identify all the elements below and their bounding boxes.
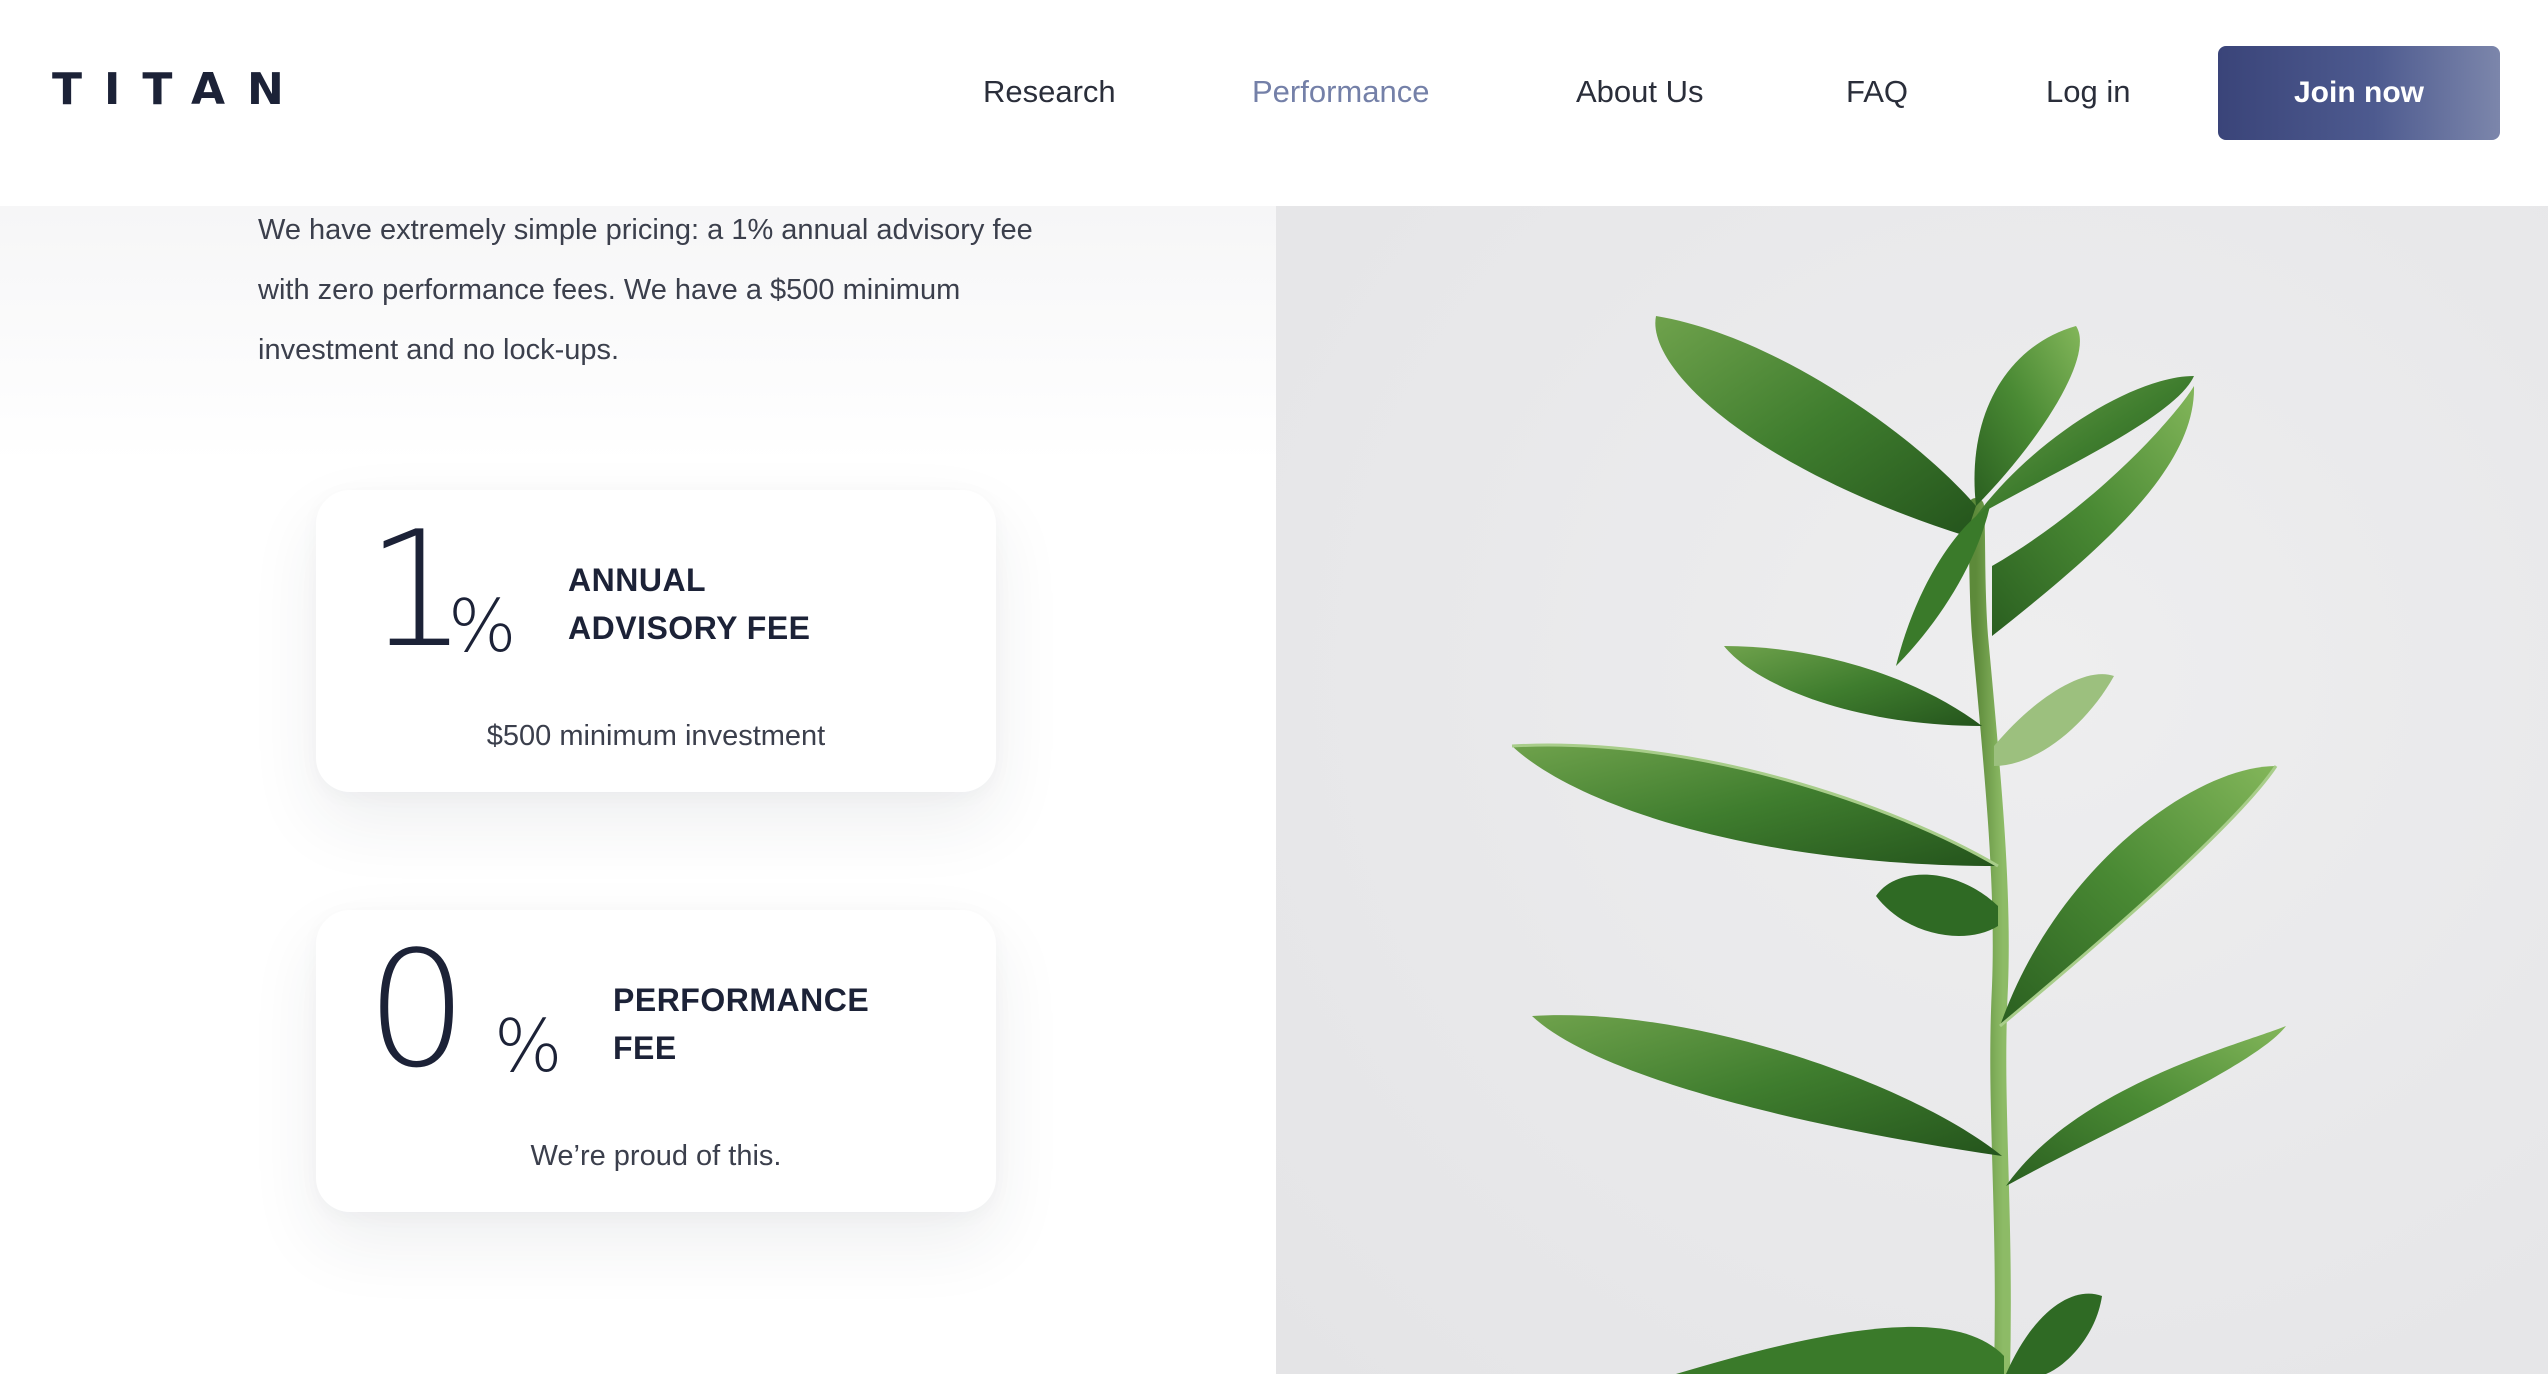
site-header: TITAN Research Performance About Us FAQ … — [0, 0, 2548, 206]
advisory-fee-label-line2: ADVISORY FEE — [568, 610, 811, 646]
performance-fee-number: 0 — [366, 916, 468, 1103]
plant-illustration — [1511, 316, 2286, 1374]
advisory-fee-label-line1: ANNUAL — [568, 562, 707, 598]
advisory-fee-card: 1 % ANNUAL ADVISORY FEE $500 minimum inv… — [316, 490, 996, 792]
advisory-fee-subtext: $500 minimum investment — [486, 720, 826, 752]
pricing-intro-text: We have extremely simple pricing: a 1% a… — [258, 214, 1033, 366]
titan-logo[interactable]: TITAN — [52, 68, 306, 112]
nav-performance[interactable]: Performance — [1252, 70, 1429, 114]
nav-faq[interactable]: FAQ — [1846, 70, 1908, 114]
join-now-button[interactable]: Join now — [2218, 46, 2500, 140]
advisory-fee-percent-sign: % — [448, 584, 517, 668]
performance-fee-label-line2: FEE — [613, 1030, 677, 1066]
performance-fee-card: 0 % PERFORMANCE FEE We’re proud of this. — [316, 910, 996, 1212]
nav-research[interactable]: Research — [983, 70, 1116, 114]
plant-photo — [1276, 206, 2548, 1374]
performance-fee-percent-sign: % — [494, 1004, 563, 1088]
performance-fee-label: PERFORMANCE FEE — [613, 976, 973, 1072]
nav-about-us[interactable]: About Us — [1576, 70, 1704, 114]
advisory-fee-label: ANNUAL ADVISORY FEE — [568, 556, 928, 652]
performance-fee-label-line1: PERFORMANCE — [613, 982, 870, 1018]
performance-fee-subtext: We’re proud of this. — [530, 1140, 782, 1172]
nav-log-in[interactable]: Log in — [2046, 70, 2130, 114]
